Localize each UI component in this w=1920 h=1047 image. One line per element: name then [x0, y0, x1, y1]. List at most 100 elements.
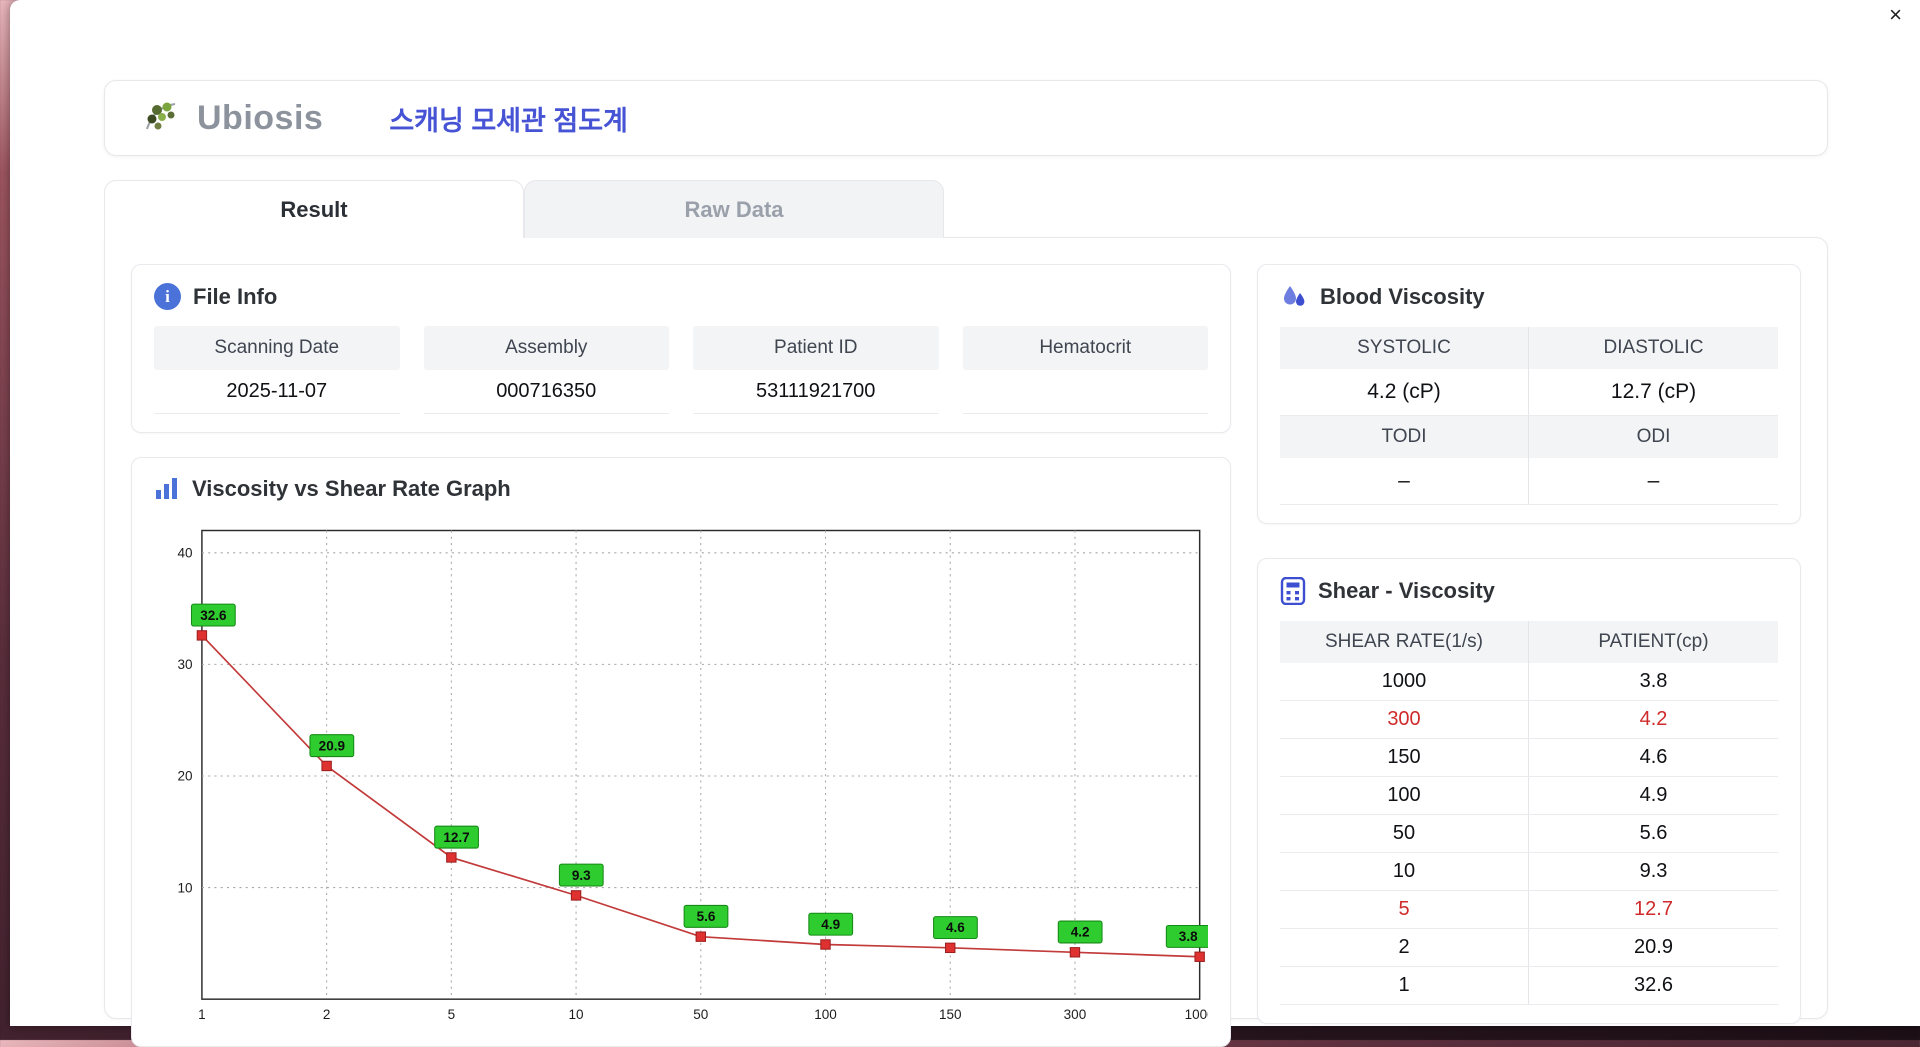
svg-text:300: 300	[1064, 1007, 1087, 1022]
svg-text:30: 30	[177, 657, 192, 672]
droplets-icon	[1280, 283, 1308, 311]
field-label: Hematocrit	[963, 326, 1209, 370]
tab-result[interactable]: Result	[104, 180, 524, 238]
patient-cell: 4.9	[1529, 777, 1778, 815]
close-icon[interactable]: ×	[1889, 3, 1902, 27]
shear-rate-cell: 5	[1280, 891, 1529, 929]
page-title: 스캐닝 모세관 점도계	[389, 99, 628, 138]
right-column: Blood Viscosity SYSTOLIC DIASTOLIC 4.2 (…	[1257, 264, 1801, 1006]
brand-name: Ubiosis	[197, 99, 323, 138]
shear-viscosity-table: SHEAR RATE(1/s) PATIENT(cp) 10003.83004.…	[1280, 621, 1778, 1005]
svg-text:4.6: 4.6	[946, 920, 965, 935]
field-patient-id: Patient ID 53111921700	[693, 326, 939, 414]
svg-text:5: 5	[448, 1007, 456, 1022]
patient-cell: 3.8	[1529, 663, 1778, 701]
field-scanning-date: Scanning Date 2025-11-07	[154, 326, 400, 414]
field-value	[963, 370, 1209, 414]
bar-chart-icon	[154, 477, 180, 501]
svg-text:3.8: 3.8	[1179, 929, 1198, 944]
shear-table-header: SHEAR RATE(1/s) PATIENT(cp)	[1280, 621, 1778, 663]
svg-text:2: 2	[323, 1007, 331, 1022]
shear-rate-cell: 2	[1280, 929, 1529, 967]
shear-table-body: 10003.83004.21504.61004.9505.6109.3512.7…	[1280, 663, 1778, 1005]
svg-text:4.9: 4.9	[821, 917, 840, 932]
patient-cell: 32.6	[1529, 967, 1778, 1005]
table-row: 132.6	[1280, 967, 1778, 1005]
shear-rate-cell: 1000	[1280, 663, 1529, 701]
blood-viscosity-title: Blood Viscosity	[1320, 284, 1485, 310]
diastolic-value: 12.7 (cP)	[1529, 369, 1778, 416]
svg-text:20.9: 20.9	[319, 738, 346, 753]
svg-text:5.6: 5.6	[697, 909, 716, 924]
shear-rate-column-header: SHEAR RATE(1/s)	[1280, 621, 1529, 663]
svg-text:9.3: 9.3	[572, 868, 591, 883]
blood-viscosity-title-row: Blood Viscosity	[1280, 283, 1778, 311]
field-label: Assembly	[424, 326, 670, 370]
diastolic-label: DIASTOLIC	[1529, 327, 1778, 369]
field-label: Patient ID	[693, 326, 939, 370]
field-assembly: Assembly 000716350	[424, 326, 670, 414]
file-info-fields: Scanning Date 2025-11-07 Assembly 000716…	[154, 326, 1208, 414]
field-label: Scanning Date	[154, 326, 400, 370]
blood-viscosity-card: Blood Viscosity SYSTOLIC DIASTOLIC 4.2 (…	[1257, 264, 1801, 524]
table-row: 505.6	[1280, 815, 1778, 853]
left-column: i File Info Scanning Date 2025-11-07 Ass…	[131, 264, 1231, 1006]
info-icon: i	[154, 283, 181, 310]
file-info-card: i File Info Scanning Date 2025-11-07 Ass…	[131, 264, 1231, 433]
blood-viscosity-table: SYSTOLIC DIASTOLIC 4.2 (cP) 12.7 (cP) TO…	[1280, 327, 1778, 505]
svg-text:40: 40	[177, 546, 192, 561]
todi-value: –	[1280, 458, 1529, 505]
calculator-icon	[1280, 577, 1306, 605]
table-row: 3004.2	[1280, 701, 1778, 739]
shear-viscosity-title-row: Shear - Viscosity	[1280, 577, 1778, 605]
systolic-value: 4.2 (cP)	[1280, 369, 1529, 416]
patient-cell: 9.3	[1529, 853, 1778, 891]
page: Ubiosis 스캐닝 모세관 점도계 Result Raw Data i Fi…	[10, 30, 1920, 1019]
svg-text:50: 50	[693, 1007, 708, 1022]
chart-area: 102030401251050100150300100032.620.912.7…	[154, 518, 1208, 1028]
patient-cell: 20.9	[1529, 929, 1778, 967]
ubiosis-logo-icon	[143, 98, 189, 138]
shear-rate-cell: 10	[1280, 853, 1529, 891]
result-panel: i File Info Scanning Date 2025-11-07 Ass…	[104, 237, 1828, 1019]
shear-rate-cell: 300	[1280, 701, 1529, 739]
shear-viscosity-title: Shear - Viscosity	[1318, 578, 1495, 604]
shear-rate-cell: 150	[1280, 739, 1529, 777]
patient-cell: 12.7	[1529, 891, 1778, 929]
titlebar: ×	[10, 0, 1920, 30]
svg-text:10: 10	[177, 880, 192, 895]
field-value: 53111921700	[693, 370, 939, 414]
shear-viscosity-card: Shear - Viscosity SHEAR RATE(1/s) PATIEN…	[1257, 558, 1801, 1024]
viscosity-chart: 102030401251050100150300100032.620.912.7…	[154, 518, 1208, 1028]
header-card: Ubiosis 스캐닝 모세관 점도계	[104, 80, 1828, 156]
field-hematocrit: Hematocrit	[963, 326, 1209, 414]
field-value: 2025-11-07	[154, 370, 400, 414]
table-row: 1004.9	[1280, 777, 1778, 815]
svg-text:150: 150	[939, 1007, 962, 1022]
patient-cell: 4.6	[1529, 739, 1778, 777]
file-info-title-row: i File Info	[154, 283, 1208, 310]
patient-cell: 4.2	[1529, 701, 1778, 739]
tab-bar: Result Raw Data	[104, 180, 1828, 237]
systolic-label: SYSTOLIC	[1280, 327, 1529, 369]
file-info-title: File Info	[193, 284, 277, 310]
svg-text:100: 100	[814, 1007, 837, 1022]
graph-title-row: Viscosity vs Shear Rate Graph	[154, 476, 1208, 502]
odi-label: ODI	[1529, 416, 1778, 458]
table-row: 109.3	[1280, 853, 1778, 891]
svg-text:4.2: 4.2	[1071, 925, 1090, 940]
svg-text:1: 1	[198, 1007, 206, 1022]
svg-text:32.6: 32.6	[200, 608, 227, 623]
patient-column-header: PATIENT(cp)	[1529, 621, 1778, 663]
todi-label: TODI	[1280, 416, 1529, 458]
app-window: × Ubiosis 스캐닝 모세관 점도계	[10, 0, 1920, 1026]
table-row: 512.7	[1280, 891, 1778, 929]
field-value: 000716350	[424, 370, 670, 414]
shear-rate-cell: 50	[1280, 815, 1529, 853]
table-row: 220.9	[1280, 929, 1778, 967]
tab-raw-data[interactable]: Raw Data	[524, 180, 944, 238]
viscosity-graph-card: Viscosity vs Shear Rate Graph 1020304012…	[131, 457, 1231, 1047]
graph-title: Viscosity vs Shear Rate Graph	[192, 476, 511, 502]
odi-value: –	[1529, 458, 1778, 505]
svg-text:12.7: 12.7	[443, 830, 469, 845]
